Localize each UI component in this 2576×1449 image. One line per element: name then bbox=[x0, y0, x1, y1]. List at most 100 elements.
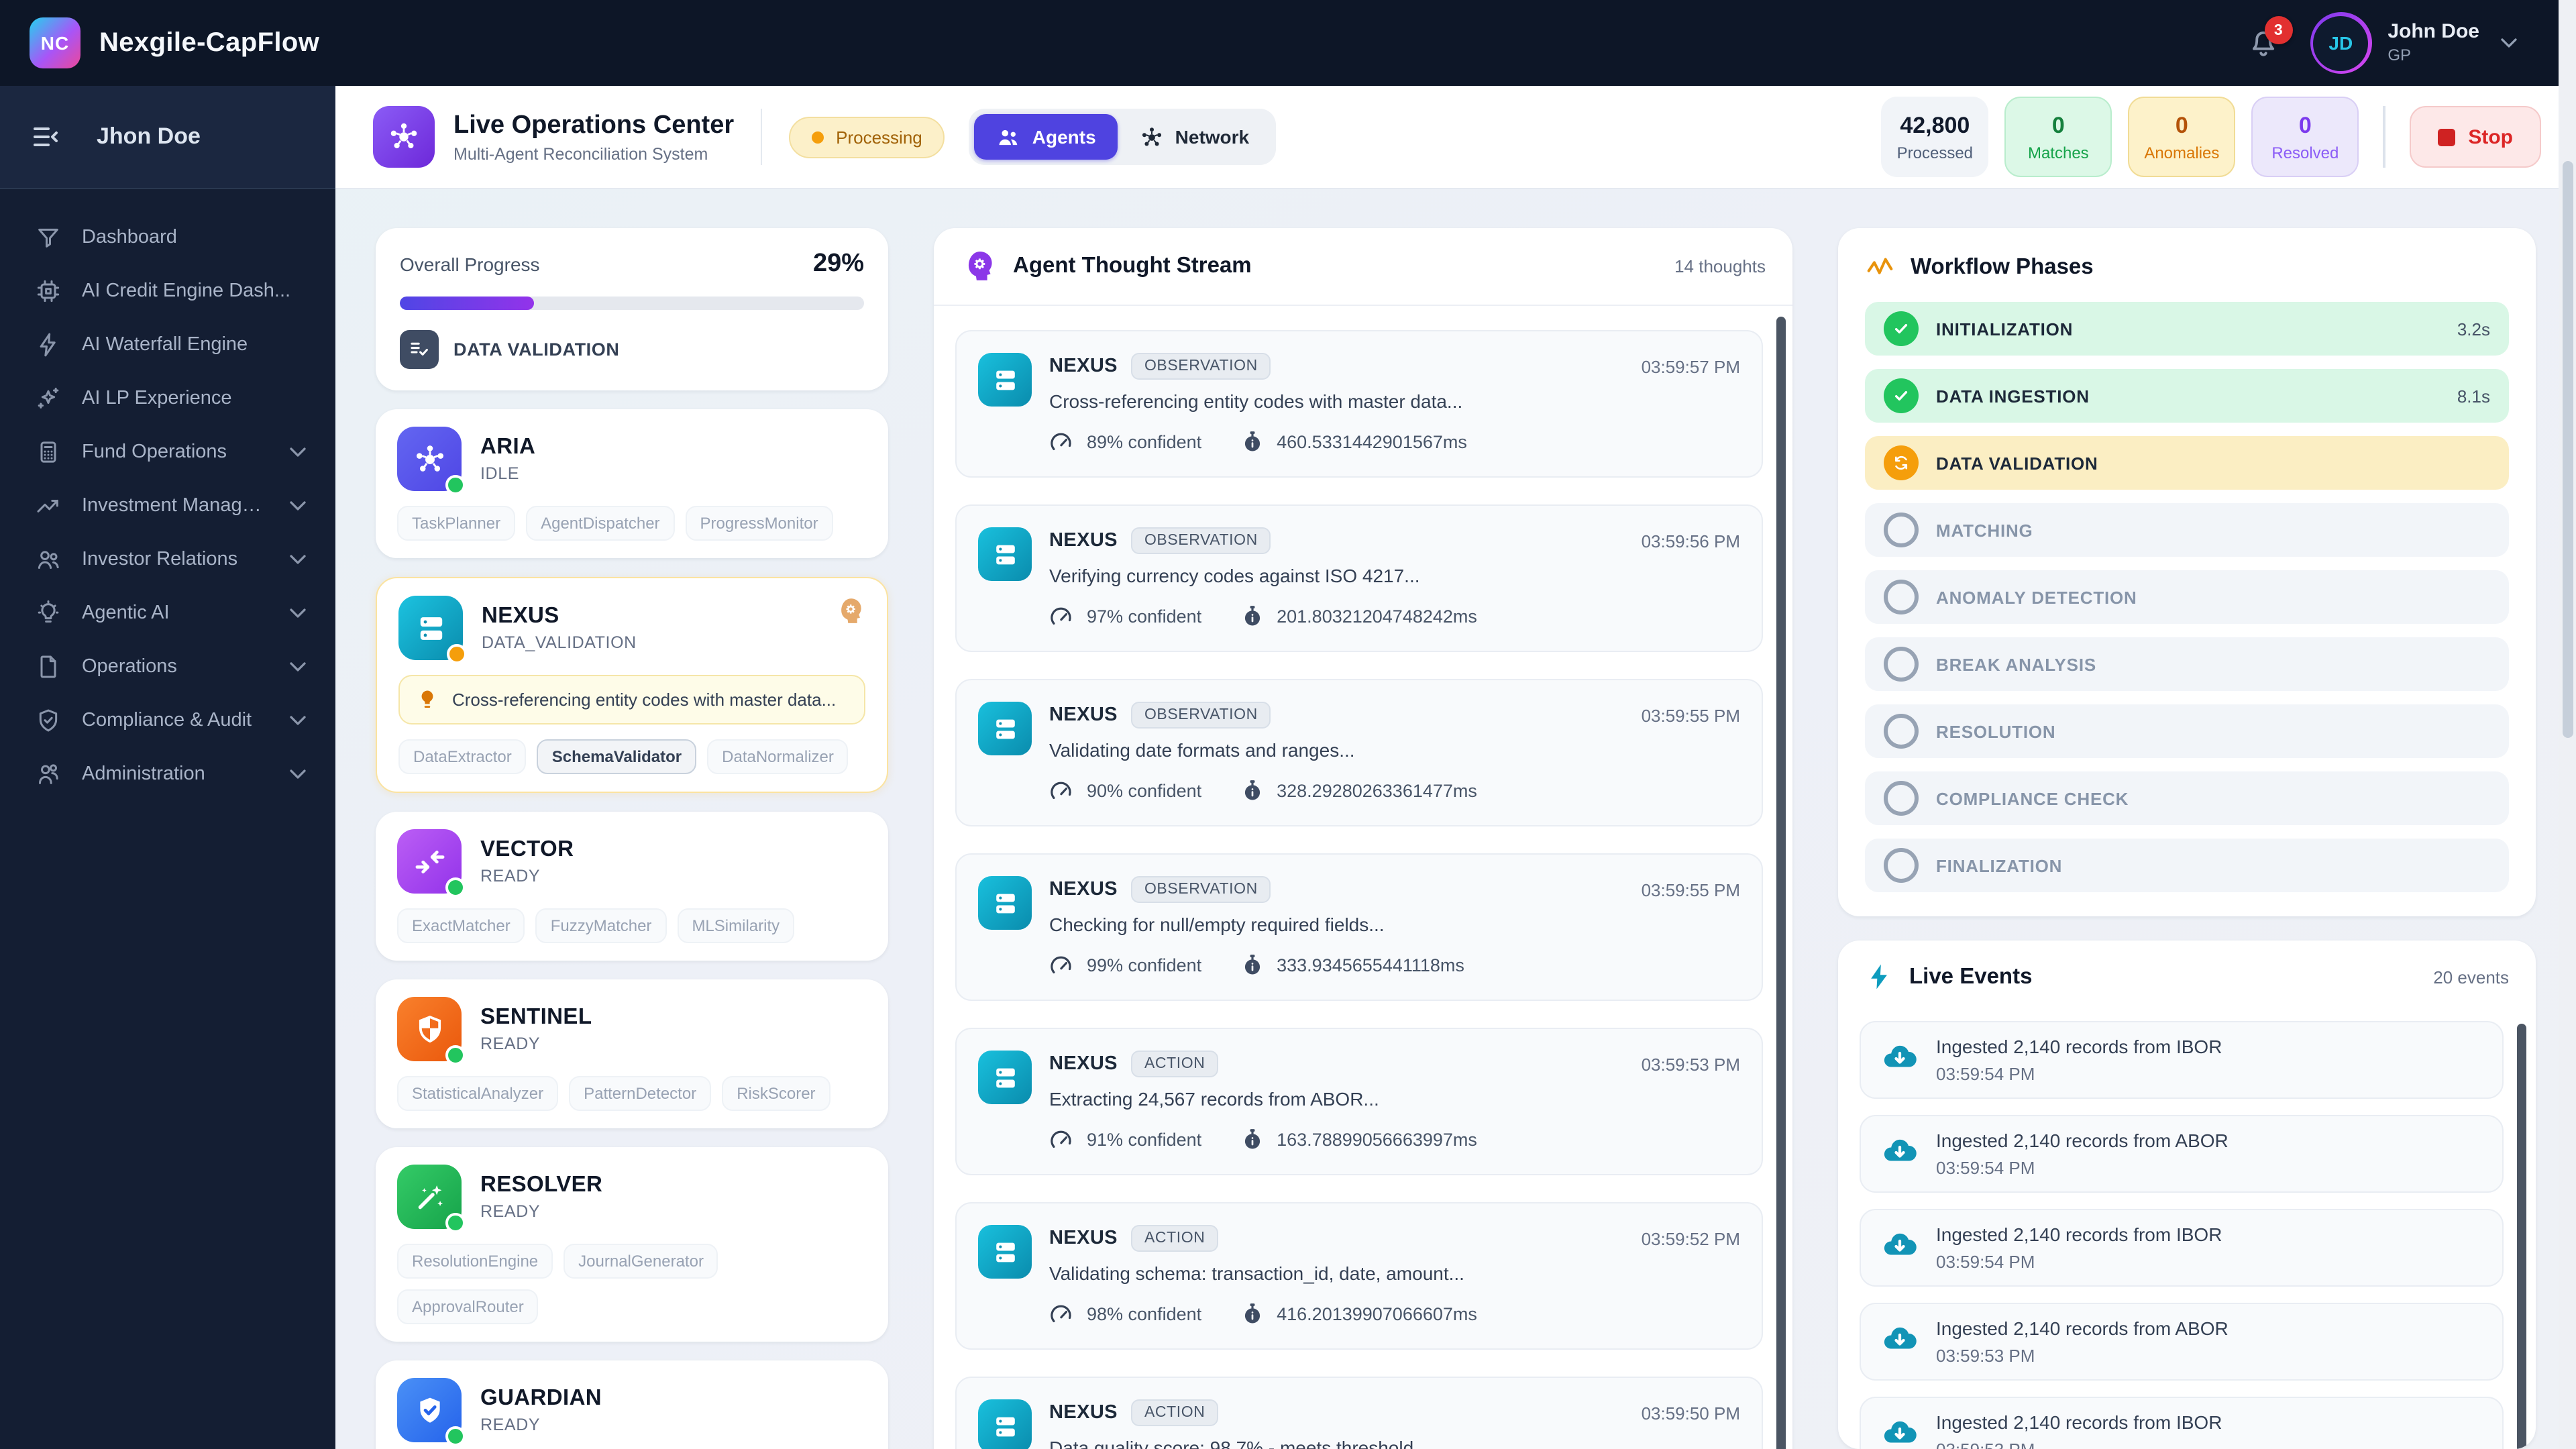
progress-label: Overall Progress bbox=[400, 254, 540, 275]
agent-name: SENTINEL bbox=[480, 1005, 592, 1029]
thought-time: 03:59:52 PM bbox=[1641, 1228, 1740, 1248]
sidebar-item-investment-manage[interactable]: Investment Manage... bbox=[0, 479, 335, 533]
notifications-button[interactable]: 3 bbox=[2245, 16, 2293, 60]
stat-anomalies-value: 0 bbox=[2175, 112, 2188, 138]
server-icon bbox=[989, 539, 1020, 570]
live-ops-icon bbox=[373, 106, 435, 168]
phase-name: MATCHING bbox=[1936, 520, 2033, 540]
shield-icon bbox=[411, 1011, 447, 1047]
thought-stream-count: 14 thoughts bbox=[1674, 256, 1766, 276]
sidebar-item-administration[interactable]: Administration bbox=[0, 747, 335, 801]
stat-processed-value: 42,800 bbox=[1900, 112, 1970, 138]
sidebar-collapse-icon[interactable] bbox=[30, 121, 62, 153]
thought-entry: NEXUS OBSERVATION 03:59:56 PM Verifying … bbox=[955, 504, 1763, 652]
top-bar: NC Nexgile-CapFlow 3 JD John Doe GP bbox=[0, 0, 2576, 86]
agent-avatar bbox=[978, 1399, 1032, 1449]
thought-entry: NEXUS OBSERVATION 03:59:55 PM Validating… bbox=[955, 679, 1763, 826]
thought-entry: NEXUS ACTION 03:59:53 PM Extracting 24,5… bbox=[955, 1028, 1763, 1175]
app-title: Nexgile-CapFlow bbox=[99, 28, 320, 57]
sidebar-item-compliance-audit[interactable]: Compliance & Audit bbox=[0, 694, 335, 747]
thought-text: Checking for null/empty required fields.… bbox=[1049, 914, 1385, 935]
stop-button[interactable]: Stop bbox=[2409, 106, 2541, 168]
sidebar-item-label: Dashboard bbox=[82, 227, 177, 248]
calculator-icon bbox=[35, 439, 62, 466]
sidebar-item-investor-relations[interactable]: Investor Relations bbox=[0, 533, 335, 586]
agent-card-guardian[interactable]: GUARDIAN READY AuditTrailLoggerComplianc… bbox=[376, 1360, 888, 1449]
stat-matches-label: Matches bbox=[2027, 143, 2089, 162]
live-events-panel: Live Events 20 events Ingested 2,140 rec… bbox=[1838, 941, 2536, 1449]
tool-tag-statisticalanalyzer: StatisticalAnalyzer bbox=[397, 1076, 559, 1111]
sidebar: Jhon Doe Dashboard AI Credit Engine Dash… bbox=[0, 86, 335, 1449]
thought-time: 03:59:55 PM bbox=[1641, 705, 1740, 725]
agent-status-dot bbox=[445, 877, 466, 898]
sidebar-item-ai-waterfall-engine[interactable]: AI Waterfall Engine bbox=[0, 318, 335, 372]
user-menu[interactable]: JD John Doe GP bbox=[2310, 12, 2522, 74]
tool-tag-dataextractor: DataExtractor bbox=[398, 739, 527, 774]
agent-card-aria[interactable]: ARIA IDLE TaskPlanner AgentDispatcher Prog… bbox=[376, 409, 888, 558]
sidebar-item-ai-credit-engine-dash[interactable]: AI Credit Engine Dash... bbox=[0, 264, 335, 318]
chevron-down-icon bbox=[284, 439, 311, 466]
sidebar-item-dashboard[interactable]: Dashboard bbox=[0, 211, 335, 264]
agent-card-resolver[interactable]: RESOLVER READY ResolutionEngine JournalGe… bbox=[376, 1147, 888, 1342]
tool-tag-datanormalizer: DataNormalizer bbox=[707, 739, 849, 774]
cloud-download-icon bbox=[1880, 1320, 1920, 1360]
thought-duration: 201.80321204748242ms bbox=[1277, 606, 1477, 627]
tab-network[interactable]: Network bbox=[1118, 114, 1271, 160]
tool-tag-mlsimilarity: MLSimilarity bbox=[677, 908, 795, 943]
agents-column: Overall Progress 29% DATA VALIDATION ARI bbox=[376, 228, 888, 1449]
agent-card-vector[interactable]: VECTOR READY ExactMatcher FuzzyMatcher MLS… bbox=[376, 812, 888, 961]
server-icon bbox=[989, 1236, 1020, 1267]
cloud-download-icon bbox=[1880, 1414, 1920, 1449]
server-icon bbox=[989, 364, 1020, 395]
thought-type-badge: ACTION bbox=[1130, 1399, 1219, 1426]
thought-entry: NEXUS ACTION 03:59:52 PM Validating sche… bbox=[955, 1202, 1763, 1350]
sidebar-item-label: AI Waterfall Engine bbox=[82, 334, 248, 356]
agent-avatar bbox=[978, 1051, 1032, 1104]
agent-status: READY bbox=[480, 1415, 541, 1434]
tab-agents-label: Agents bbox=[1032, 126, 1096, 148]
stream-scrollbar[interactable] bbox=[1776, 317, 1786, 1449]
page-scrollbar[interactable] bbox=[2559, 0, 2576, 1449]
agent-avatar bbox=[397, 427, 466, 495]
sidebar-item-ai-lp-experience[interactable]: AI LP Experience bbox=[0, 372, 335, 425]
sparkles-icon bbox=[35, 385, 62, 412]
thought-entry: NEXUS OBSERVATION 03:59:57 PM Cross-refe… bbox=[955, 330, 1763, 478]
page-scrollbar-thumb[interactable] bbox=[2562, 161, 2573, 738]
thought-duration: 333.9345655441118ms bbox=[1277, 955, 1464, 975]
agent-card-nexus[interactable]: NEXUS DATA_VALIDATION Cross-referencing … bbox=[376, 577, 888, 793]
stat-matches: 0 Matches bbox=[2004, 97, 2112, 177]
thought-confidence: 98% confident bbox=[1087, 1304, 1202, 1324]
progress-current-phase: DATA VALIDATION bbox=[453, 339, 620, 360]
agent-avatar bbox=[978, 702, 1032, 755]
phase-name: COMPLIANCE CHECK bbox=[1936, 788, 2129, 808]
gauge-icon bbox=[1049, 953, 1075, 978]
agent-status: IDLE bbox=[480, 464, 519, 483]
stat-resolved-value: 0 bbox=[2298, 112, 2312, 138]
sidebar-item-agentic-ai[interactable]: Agentic AI bbox=[0, 586, 335, 640]
phase-pending-icon bbox=[1884, 714, 1919, 749]
page-header: Live Operations Center Multi-Agent Recon… bbox=[335, 86, 2576, 189]
event-time: 03:59:54 PM bbox=[1936, 1158, 2035, 1178]
chevron-down-icon bbox=[284, 653, 311, 680]
tool-tag-taskplanner: TaskPlanner bbox=[397, 506, 516, 541]
status-badge: Processing bbox=[789, 116, 945, 158]
events-scrollbar[interactable] bbox=[2517, 1024, 2526, 1449]
check-icon bbox=[1890, 318, 1912, 339]
agent-thought-text: Cross-referencing entity codes with mast… bbox=[452, 690, 837, 710]
progress-bar bbox=[400, 297, 864, 310]
sidebar-item-fund-operations[interactable]: Fund Operations bbox=[0, 425, 335, 479]
agent-avatar bbox=[397, 997, 466, 1065]
processing-dot-icon bbox=[812, 131, 824, 143]
thought-agent: NEXUS bbox=[1049, 530, 1118, 551]
sidebar-item-label: Operations bbox=[82, 656, 177, 678]
activity-icon bbox=[1865, 252, 1896, 283]
thought-agent: NEXUS bbox=[1049, 356, 1118, 377]
sidebar-item-operations[interactable]: Operations bbox=[0, 640, 335, 694]
live-events-count: 20 events bbox=[2433, 967, 2509, 987]
chevron-down-icon bbox=[284, 546, 311, 573]
tab-agents[interactable]: Agents bbox=[974, 114, 1118, 160]
trending-up-icon bbox=[35, 492, 62, 519]
thought-type-badge: OBSERVATION bbox=[1130, 702, 1271, 729]
agent-card-sentinel[interactable]: SENTINEL READY StatisticalAnalyzer Patter… bbox=[376, 979, 888, 1128]
thought-time: 03:59:55 PM bbox=[1641, 879, 1740, 900]
